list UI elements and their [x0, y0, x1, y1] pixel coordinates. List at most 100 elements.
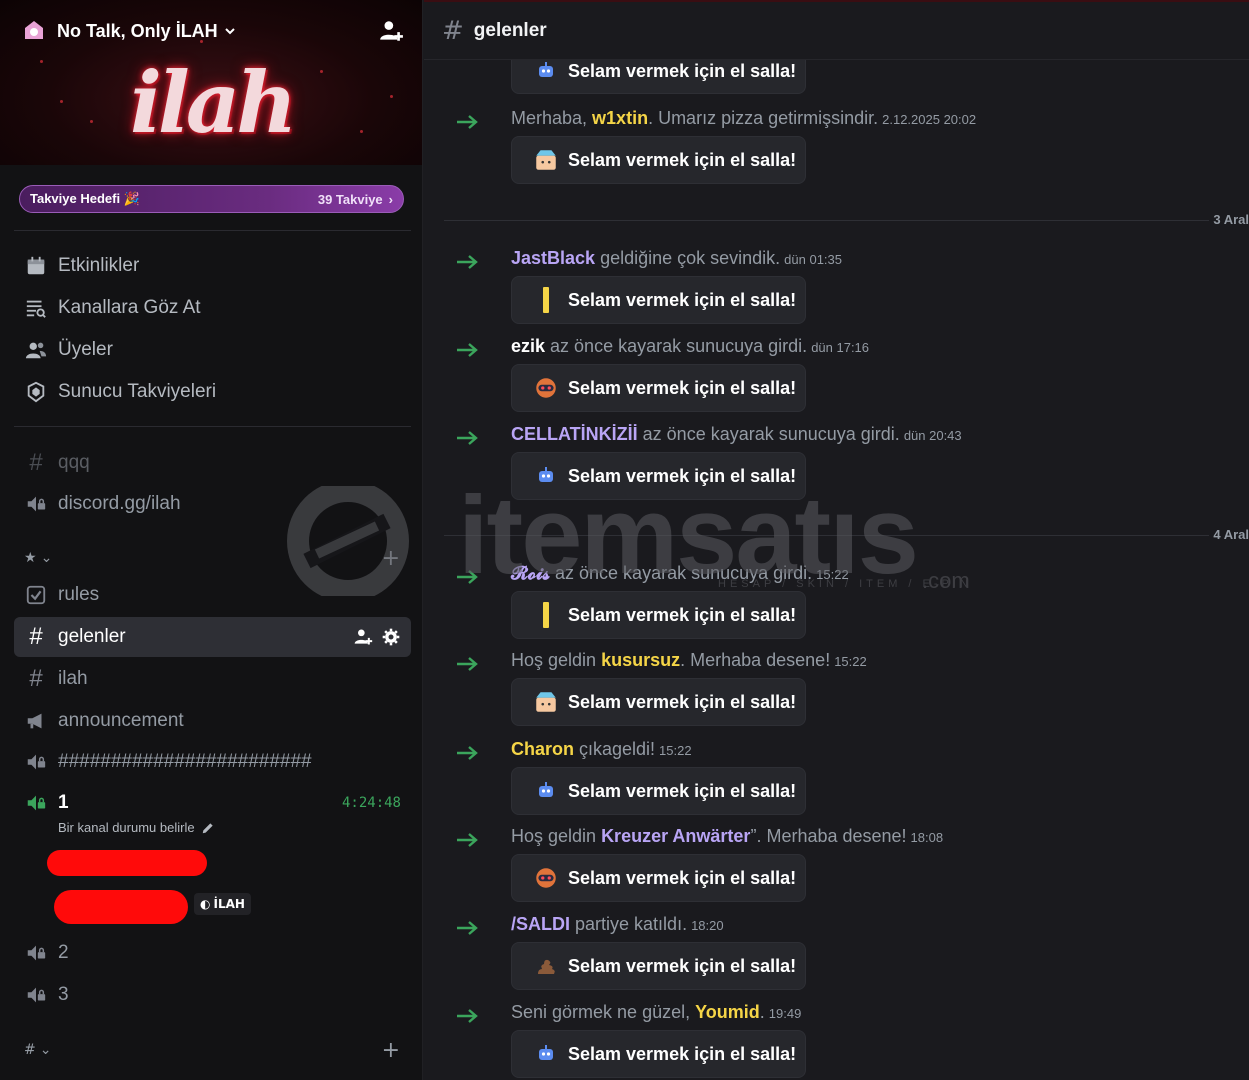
boost-shield-icon	[24, 380, 48, 404]
menu-boosts-label: Sunucu Takviyeleri	[58, 381, 217, 402]
wave-button[interactable]: Selam vermek için el salla!	[511, 678, 806, 726]
voice-channel-2[interactable]: 2	[14, 933, 411, 973]
wave-label: Selam vermek için el salla!	[568, 604, 797, 625]
message-timestamp[interactable]: dün 20:43	[904, 428, 962, 443]
hash-icon: #	[29, 449, 43, 476]
robot-sticker-icon	[532, 777, 560, 805]
message-username[interactable]: /SALDI	[511, 914, 570, 934]
hash-icon: #	[442, 15, 464, 46]
browse-channels-icon	[24, 296, 48, 320]
wave-button[interactable]: Selam vermek için el salla!	[511, 276, 806, 324]
add-channel-icon[interactable]: +	[382, 546, 400, 571]
channel-label: ########################	[58, 751, 312, 772]
join-arrow-icon	[457, 343, 478, 357]
boost-goal-bar[interactable]: Takviye Hedefi 🎉 39 Takviye ›	[19, 185, 404, 213]
channel-label: ilah	[58, 668, 88, 689]
menu-server-boosts[interactable]: Sunucu Takviyeleri	[14, 373, 411, 411]
wave-label: Selam vermek için el salla!	[568, 1043, 797, 1064]
channel-rules[interactable]: rules	[14, 575, 411, 615]
speaker-lock-icon	[24, 941, 48, 965]
message-timestamp[interactable]: 19:49	[769, 1006, 802, 1021]
hash-icon: #	[29, 623, 43, 650]
message-timestamp[interactable]: 15:22	[816, 567, 849, 582]
message-prefix: Seni görmek ne güzel,	[511, 1002, 696, 1022]
category-hash[interactable]: # ⌄	[24, 1042, 51, 1058]
voice-channel-1[interactable]: 1 4:24:48	[14, 783, 411, 823]
channel-gelenler[interactable]: # gelenler	[14, 617, 411, 657]
message-text: CELLATİNKİZİİ az önce kayarak sunucuya g…	[511, 424, 962, 445]
speaker-lock-icon	[24, 983, 48, 1007]
message-username[interactable]: Kreuzer Anwärter	[601, 826, 750, 846]
category-star[interactable]: ★ ⌄	[24, 550, 52, 566]
message-timestamp[interactable]: dün 01:35	[784, 252, 842, 267]
message-timestamp[interactable]: 18:20	[691, 918, 724, 933]
voice-channel-3[interactable]: 3	[14, 975, 411, 1015]
date-divider	[444, 220, 1249, 221]
chat-area: # gelenler Selam vermek için el salla! M…	[424, 0, 1249, 1080]
add-channel-icon[interactable]: +	[382, 1038, 400, 1063]
wave-button[interactable]: Selam vermek için el salla!	[511, 452, 806, 500]
message-username[interactable]: 𝓡𝓸𝓲𝓼	[511, 563, 550, 583]
message-prefix: Hoş geldin	[511, 826, 602, 846]
message-timestamp[interactable]: dün 17:16	[811, 340, 869, 355]
voice-user-tag: ◐ İLAH	[194, 893, 251, 915]
message-text: JastBlack geldiğine çok sevindik. dün 01:…	[511, 248, 842, 269]
wave-button[interactable]: Selam vermek için el salla!	[511, 854, 806, 902]
message-suffix: geldiğine çok sevindik.	[595, 248, 781, 268]
banner-logo: ilah	[130, 53, 297, 152]
join-arrow-icon	[457, 657, 478, 671]
channel-invite[interactable]: discord.gg/ilah	[14, 484, 411, 524]
category-label: #	[24, 1042, 36, 1058]
message-timestamp[interactable]: 15:22	[834, 654, 867, 669]
wave-button[interactable]: Selam vermek için el salla!	[511, 1030, 806, 1078]
message-timestamp[interactable]: 18:08	[911, 830, 944, 845]
menu-browse-channels[interactable]: Kanallara Göz At	[14, 289, 411, 327]
message-username[interactable]: JastBlack	[511, 248, 595, 268]
robot-sticker-icon	[532, 57, 560, 85]
message-username[interactable]: w1xtin	[592, 108, 648, 128]
channel-ilah[interactable]: # ilah	[14, 659, 411, 699]
channel-qqq[interactable]: # qqq	[14, 443, 411, 483]
speaker-active-icon	[24, 791, 48, 815]
join-arrow-icon	[457, 570, 478, 584]
members-icon	[24, 338, 48, 362]
message-suffix: az önce kayarak sunucuya girdi.	[545, 336, 808, 356]
voice-timer: 4:24:48	[341, 795, 401, 811]
message-username[interactable]: Youmid	[695, 1002, 760, 1022]
message-username[interactable]: kusursuz	[601, 650, 680, 670]
invite-people-icon[interactable]	[378, 18, 404, 44]
gear-icon[interactable]	[381, 627, 401, 647]
server-header[interactable]: No Talk, Only İLAH	[22, 14, 404, 48]
channel-announcement[interactable]: announcement	[14, 701, 411, 741]
message-username[interactable]: ezik	[511, 336, 545, 356]
message-suffix: .	[759, 1002, 765, 1022]
wave-button[interactable]: Selam vermek için el salla!	[511, 942, 806, 990]
message-text: Hoş geldin kusursuz. Merhaba desene! 15:2…	[511, 650, 867, 671]
message-username[interactable]: Charon	[511, 739, 574, 759]
category-label: ★	[24, 550, 37, 566]
channel-title: gelenler	[473, 19, 547, 41]
menu-members[interactable]: Üyeler	[14, 331, 411, 369]
channel-hashes[interactable]: ########################	[14, 742, 411, 782]
voice-channel-status[interactable]: Bir kanal durumu belirle	[58, 820, 215, 835]
wave-label: Selam vermek için el salla!	[568, 149, 797, 170]
voice-status-label: Bir kanal durumu belirle	[58, 820, 195, 835]
robot-sticker-icon	[532, 462, 560, 490]
wave-button[interactable]: Selam vermek için el salla!	[511, 767, 806, 815]
wave-button[interactable]: Selam vermek için el salla!	[511, 591, 806, 639]
bar-sticker-icon	[532, 601, 560, 629]
channel-label: qqq	[58, 452, 90, 473]
wave-label: Selam vermek için el salla!	[568, 780, 797, 801]
channel-label: rules	[58, 584, 100, 605]
menu-events[interactable]: Etkinlikler	[14, 247, 411, 285]
invite-to-channel-icon[interactable]	[353, 627, 373, 647]
wave-button[interactable]: Selam vermek için el salla!	[511, 136, 806, 184]
message-suffix: ”. Merhaba desene!	[750, 826, 907, 846]
message-timestamp[interactable]: 15:22	[659, 743, 692, 758]
message-username[interactable]: CELLATİNKİZİİ	[511, 424, 638, 444]
wave-button[interactable]: Selam vermek için el salla!	[511, 364, 806, 412]
wave-label: Selam vermek için el salla!	[568, 377, 797, 398]
message-text: Seni görmek ne güzel, Youmid. 19:49	[511, 1002, 801, 1023]
message-timestamp[interactable]: 2.12.2025 20:02	[882, 112, 976, 127]
boost-goal-label: Takviye Hedefi 🎉	[30, 191, 140, 206]
